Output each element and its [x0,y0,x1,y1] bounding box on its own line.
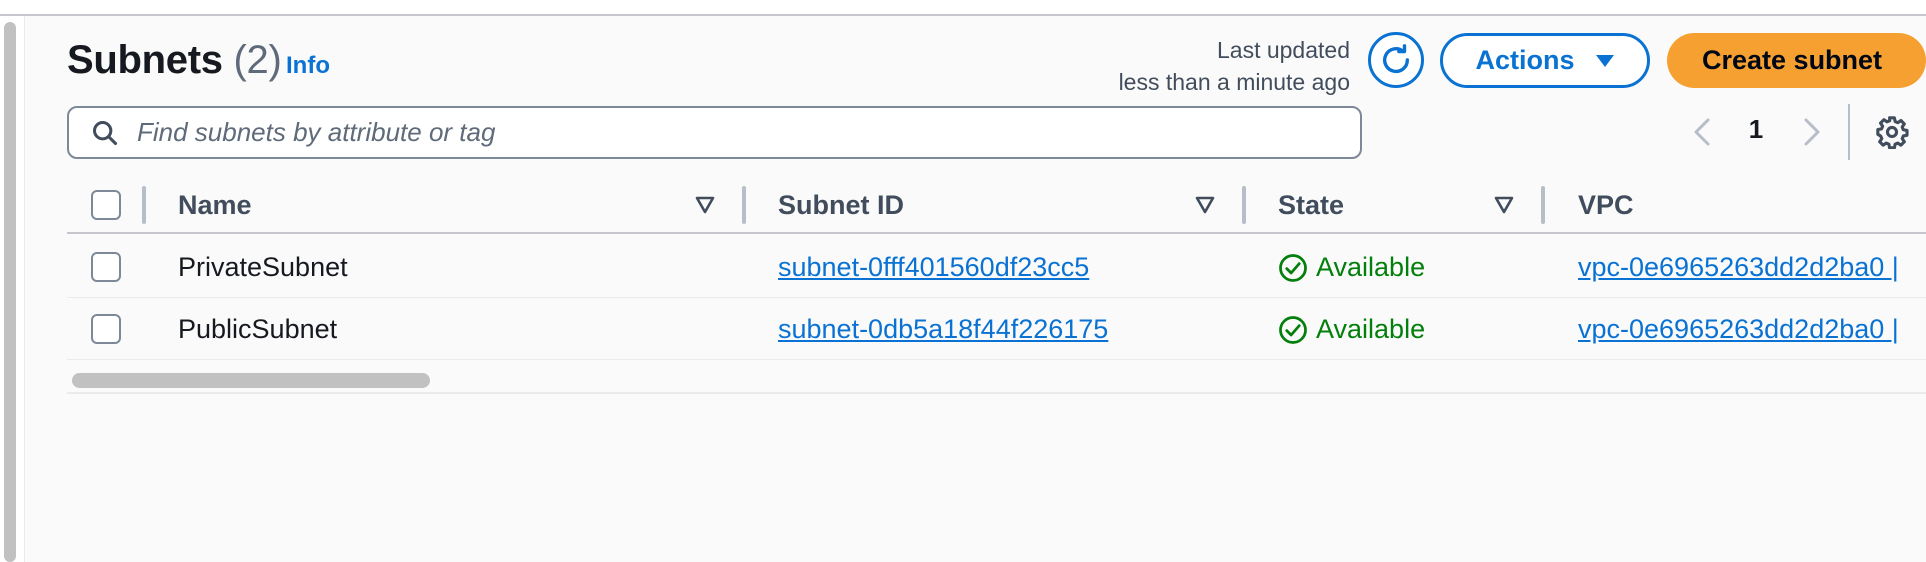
pagination-divider [1848,104,1850,160]
search-icon [92,120,118,145]
preferences-button[interactable] [1874,114,1910,150]
previous-page-button[interactable] [1685,112,1719,152]
column-header-subnet-id[interactable]: Subnet ID [778,190,904,221]
vertical-scrollbar[interactable] [4,22,16,562]
row-checkbox[interactable] [91,314,121,344]
table-row[interactable]: PublicSubnet subnet-0db5a18f44f226175 Av… [67,298,1926,360]
last-updated: Last updated less than a minute ago [1119,34,1350,98]
search-field[interactable] [67,106,1362,159]
sort-triangle-icon[interactable] [694,194,716,216]
cell-name: PublicSubnet [178,314,338,344]
column-header-vpc[interactable]: VPC [1578,190,1634,221]
state-label: Available [1316,314,1426,344]
column-divider[interactable] [1541,186,1545,224]
last-updated-label: Last updated [1216,37,1350,63]
column-divider[interactable] [1242,186,1246,224]
actions-label: Actions [1475,45,1575,75]
cell-vpc-link[interactable]: vpc-0e6965263dd2d2ba0 | [1578,252,1899,283]
horizontal-scrollbar[interactable] [72,373,430,388]
column-header-state[interactable]: State [1278,190,1344,221]
cell-state: Available [1278,314,1425,345]
check-circle-icon [1279,253,1307,282]
sort-triangle-icon[interactable] [1493,194,1515,216]
cell-state: Available [1278,252,1425,283]
cell-vpc-link[interactable]: vpc-0e6965263dd2d2ba0 | [1578,314,1899,345]
table-bottom-divider [67,392,1926,394]
next-page-button[interactable] [1795,112,1829,152]
info-link[interactable]: Info [286,52,330,80]
last-updated-time: less than a minute ago [1118,69,1350,95]
table-header-row: Name Subnet ID State VPC [67,176,1926,234]
state-label: Available [1316,252,1426,282]
sort-triangle-icon[interactable] [1194,194,1216,216]
column-header-name[interactable]: Name [178,190,252,221]
create-subnet-button[interactable]: Create subnet [1667,33,1926,88]
caret-down-icon [1595,54,1614,67]
row-checkbox[interactable] [91,252,121,282]
check-circle-icon [1279,315,1307,344]
title-count: (2) [233,38,282,82]
column-divider[interactable] [742,186,746,224]
page-number-button[interactable]: 1 [1740,114,1772,145]
search-input[interactable] [135,116,1315,149]
chevron-right-icon [1804,118,1820,146]
refresh-icon [1382,44,1410,74]
select-all-checkbox[interactable] [91,190,121,220]
actions-button[interactable]: Actions [1440,33,1650,88]
page-title: Subnets (2) [67,36,282,84]
cell-subnet-id-link[interactable]: subnet-0db5a18f44f226175 [778,314,1108,345]
chevron-left-icon [1694,118,1710,146]
table-row[interactable]: PrivateSubnet subnet-0fff401560df23cc5 A… [67,236,1926,298]
refresh-button[interactable] [1368,32,1424,88]
title-text: Subnets [67,38,223,82]
cell-subnet-id-link[interactable]: subnet-0fff401560df23cc5 [778,252,1089,283]
cell-name: PrivateSubnet [178,252,348,282]
column-divider [142,186,146,224]
gear-icon [1876,116,1909,149]
